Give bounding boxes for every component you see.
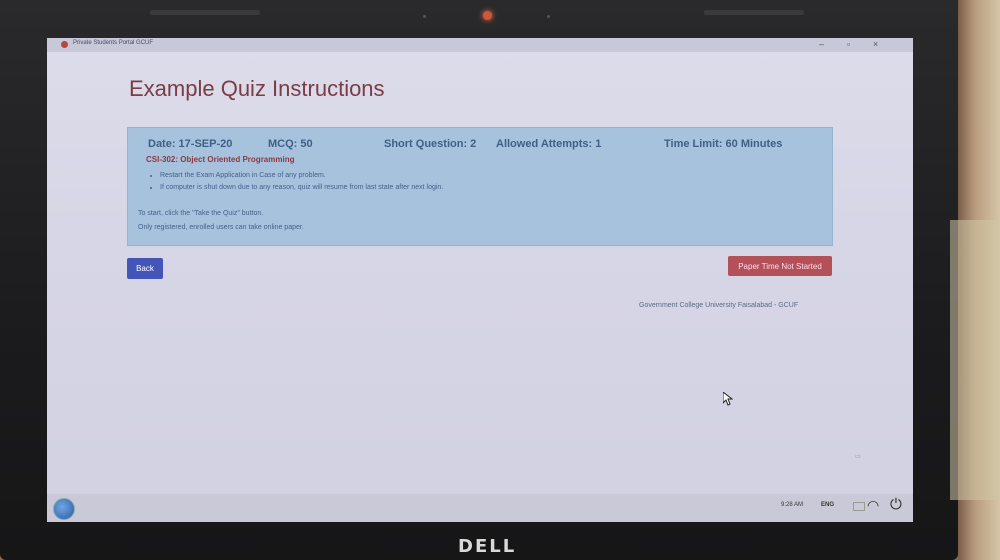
start-menu-icon[interactable]	[53, 498, 75, 520]
language-indicator[interactable]: ENG	[821, 502, 834, 508]
instruction-item: If computer is shut down due to any reas…	[160, 184, 443, 191]
background-object	[950, 220, 1000, 500]
webcam-light	[483, 11, 492, 20]
screen: Private Students Portal GCUF – ▫ × Examp…	[47, 38, 913, 522]
sensor-dot	[547, 15, 550, 18]
quiz-date: Date: 17-SEP-20	[148, 138, 233, 150]
tab-favicon-icon	[61, 41, 68, 48]
battery-icon[interactable]	[853, 502, 865, 511]
minimize-icon[interactable]: –	[819, 39, 824, 49]
quiz-time-limit: Time Limit: 60 Minutes	[664, 138, 783, 150]
browser-titlebar: Private Students Portal GCUF – ▫ ×	[47, 38, 913, 52]
footer-university: Government College University Faisalabad…	[639, 302, 799, 309]
faint-widget-icon: ▭	[855, 454, 861, 460]
quiz-info-panel: Date: 17-SEP-20 MCQ: 50 Short Question: …	[127, 127, 833, 246]
eligibility-note: Only registered, enrolled users can take…	[138, 224, 304, 231]
maximize-icon[interactable]: ▫	[847, 39, 850, 49]
close-icon[interactable]: ×	[873, 39, 878, 49]
quiz-short-question-count: Short Question: 2	[384, 138, 477, 150]
page-title: Example Quiz Instructions	[129, 76, 385, 101]
bezel-detail	[150, 10, 260, 15]
instruction-list: Restart the Exam Application in Case of …	[148, 172, 443, 196]
clock[interactable]: 9:28 AM	[781, 502, 803, 508]
tab-title[interactable]: Private Students Portal GCUF	[73, 40, 153, 46]
laptop-brand-logo: DELL	[458, 536, 517, 557]
instruction-item: Restart the Exam Application in Case of …	[160, 172, 443, 179]
wifi-icon[interactable]: ◠	[867, 497, 879, 514]
quiz-allowed-attempts: Allowed Attempts: 1	[496, 138, 602, 150]
power-icon[interactable]: ⏻	[890, 496, 902, 513]
quiz-mcq-count: MCQ: 50	[268, 138, 313, 150]
course-title: CSI-302: Object Oriented Programming	[146, 155, 295, 164]
bezel-detail	[704, 10, 804, 15]
taskbar: 9:28 AM ENG ◠ ⏻	[47, 494, 913, 522]
sensor-dot	[423, 15, 426, 18]
paper-status-button[interactable]: Paper Time Not Started	[728, 256, 832, 276]
back-button[interactable]: Back	[127, 258, 163, 279]
start-note: To start, click the "Take the Quiz" butt…	[138, 210, 264, 217]
mouse-cursor-icon	[722, 390, 734, 411]
